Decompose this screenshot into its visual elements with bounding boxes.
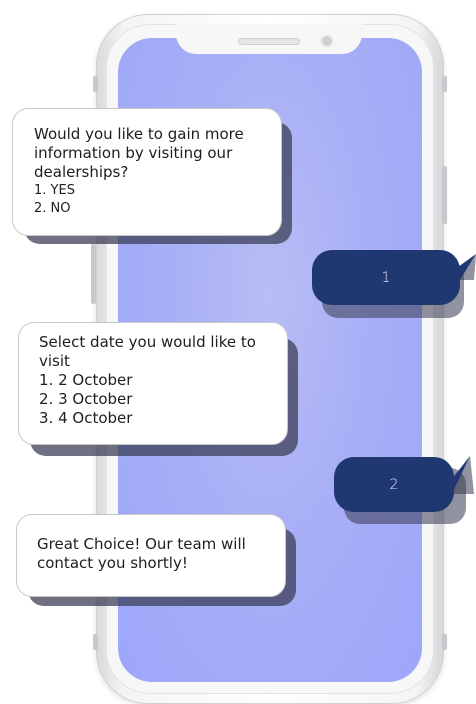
front-camera — [322, 36, 332, 46]
user-message-text: 1 — [381, 269, 391, 286]
option-yes: 1. YES — [34, 183, 75, 198]
speaker-grille — [238, 38, 300, 45]
message-text-line: visit — [39, 352, 70, 370]
phone-volume-button — [91, 244, 96, 304]
phone-side-button-right-top — [442, 76, 447, 92]
option-no: 2. NO — [34, 201, 71, 216]
phone-side-button-right-bottom — [442, 634, 447, 650]
phone-side-button-left-top — [93, 76, 98, 92]
bot-message-1: Would you like to gain more information … — [12, 108, 282, 236]
date-option: 1. 2 October — [39, 371, 133, 389]
phone-power-button — [442, 166, 447, 224]
message-text-line: dealerships? — [34, 163, 129, 181]
message-text-line: information by visiting our — [34, 144, 233, 162]
bot-message-2: Select date you would like to visit 1. 2… — [18, 322, 288, 445]
message-text-line: Select date you would like to — [39, 333, 256, 351]
date-option: 3. 4 October — [39, 409, 133, 427]
user-message-2: 2 — [334, 457, 454, 512]
user-message-text: 2 — [389, 476, 399, 493]
message-text-line: Great Choice! Our team will — [37, 535, 246, 553]
phone-side-button-left-bottom — [93, 634, 98, 650]
message-text-line: Would you like to gain more — [34, 125, 244, 143]
date-option: 2. 3 October — [39, 390, 133, 408]
message-text-line: contact you shortly! — [37, 554, 188, 572]
bot-message-3: Great Choice! Our team will contact you … — [16, 514, 286, 597]
user-message-1: 1 — [312, 250, 460, 305]
